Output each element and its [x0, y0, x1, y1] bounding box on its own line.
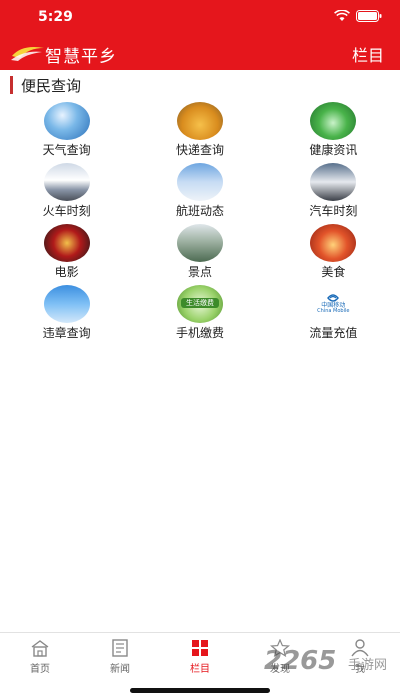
- tab-news[interactable]: 新闻: [80, 633, 160, 682]
- traffic-camera-icon: [43, 285, 90, 323]
- tile-phone-payment[interactable]: 生活缴费 手机缴费: [133, 283, 266, 344]
- grid-row: 天气查询 快递查询 健康资讯: [0, 100, 400, 161]
- app-logo-icon: [10, 42, 46, 62]
- section-title: 便民查询: [10, 76, 82, 95]
- grid-row: 电影 景点 美食: [0, 222, 400, 283]
- tile-label: 违章查询: [42, 326, 91, 340]
- app-header: 5:29 智慧平乡 栏目: [0, 0, 400, 70]
- wifi-icon: [334, 10, 350, 22]
- tile-label: 天气查询: [42, 143, 91, 157]
- scenic-spot-icon: [176, 224, 223, 262]
- movie-icon: [43, 224, 90, 262]
- watermark-site: 手游网: [348, 658, 388, 673]
- tab-label: 栏目: [190, 664, 210, 675]
- tile-data-recharge[interactable]: 中国移动 China Mobile 流量充值: [267, 283, 400, 344]
- grid-row: 违章查询 生活缴费 手机缴费 中国移动 China Mobile 流量充值: [0, 283, 400, 344]
- icon-caption: 生活缴费: [180, 298, 219, 308]
- watermark-number: 2265: [264, 646, 337, 676]
- health-info-icon: [310, 102, 357, 140]
- train-icon: [43, 163, 90, 201]
- tile-label: 流量充值: [309, 326, 358, 340]
- tab-home[interactable]: 首页: [0, 633, 80, 682]
- tile-label: 火车时刻: [42, 204, 91, 218]
- tile-movie[interactable]: 电影: [0, 222, 133, 283]
- columns-menu-button[interactable]: 栏目: [352, 42, 384, 66]
- tile-health[interactable]: 健康资讯: [267, 100, 400, 161]
- section-accent-bar: [10, 76, 13, 94]
- section-title-text: 便民查询: [21, 76, 82, 95]
- phone-payment-icon: 生活缴费: [176, 285, 223, 323]
- tile-food[interactable]: 美食: [267, 222, 400, 283]
- app-screen: 5:29 智慧平乡 栏目 便民查询 天气查询 快递查询 健康资讯 火车时刻 航班…: [0, 0, 400, 700]
- bus-icon: [310, 163, 357, 201]
- service-grid: 天气查询 快递查询 健康资讯 火车时刻 航班动态 汽车时刻 电影 景点 美食 违…: [0, 100, 400, 344]
- flight-icon: [176, 163, 223, 201]
- tile-label: 健康资讯: [309, 143, 358, 157]
- tile-bus[interactable]: 汽车时刻: [267, 161, 400, 222]
- tab-label: 新闻: [110, 664, 130, 675]
- tile-label: 美食: [321, 265, 346, 279]
- tab-label: 首页: [30, 664, 50, 675]
- status-time: 5:29: [38, 9, 73, 25]
- news-icon: [110, 639, 130, 657]
- home-icon: [30, 639, 50, 657]
- status-icons: [334, 10, 382, 22]
- tile-label: 电影: [54, 265, 79, 279]
- tab-columns[interactable]: 栏目: [160, 633, 240, 682]
- food-icon: [310, 224, 357, 262]
- tile-train[interactable]: 火车时刻: [0, 161, 133, 222]
- weather-icon: [43, 102, 90, 140]
- tile-weather[interactable]: 天气查询: [0, 100, 133, 161]
- express-delivery-icon: [176, 102, 223, 140]
- tile-label: 手机缴费: [175, 326, 224, 340]
- tile-traffic-violation[interactable]: 违章查询: [0, 283, 133, 344]
- columns-icon: [190, 639, 210, 657]
- tile-scenic[interactable]: 景点: [133, 222, 266, 283]
- china-mobile-icon: 中国移动 China Mobile: [310, 285, 357, 323]
- tile-express[interactable]: 快递查询: [133, 100, 266, 161]
- tile-label: 快递查询: [175, 143, 224, 157]
- china-mobile-logo-icon: [327, 288, 340, 302]
- app-title: 智慧平乡: [45, 47, 117, 67]
- tile-flight[interactable]: 航班动态: [133, 161, 266, 222]
- battery-icon: [356, 10, 382, 22]
- grid-row: 火车时刻 航班动态 汽车时刻: [0, 161, 400, 222]
- site-watermark: 2265 手游网: [264, 646, 400, 680]
- icon-caption-en: China Mobile: [317, 308, 350, 314]
- tile-label: 航班动态: [175, 204, 224, 218]
- home-indicator[interactable]: [130, 688, 270, 693]
- tile-label: 景点: [187, 265, 212, 279]
- tile-label: 汽车时刻: [309, 204, 358, 218]
